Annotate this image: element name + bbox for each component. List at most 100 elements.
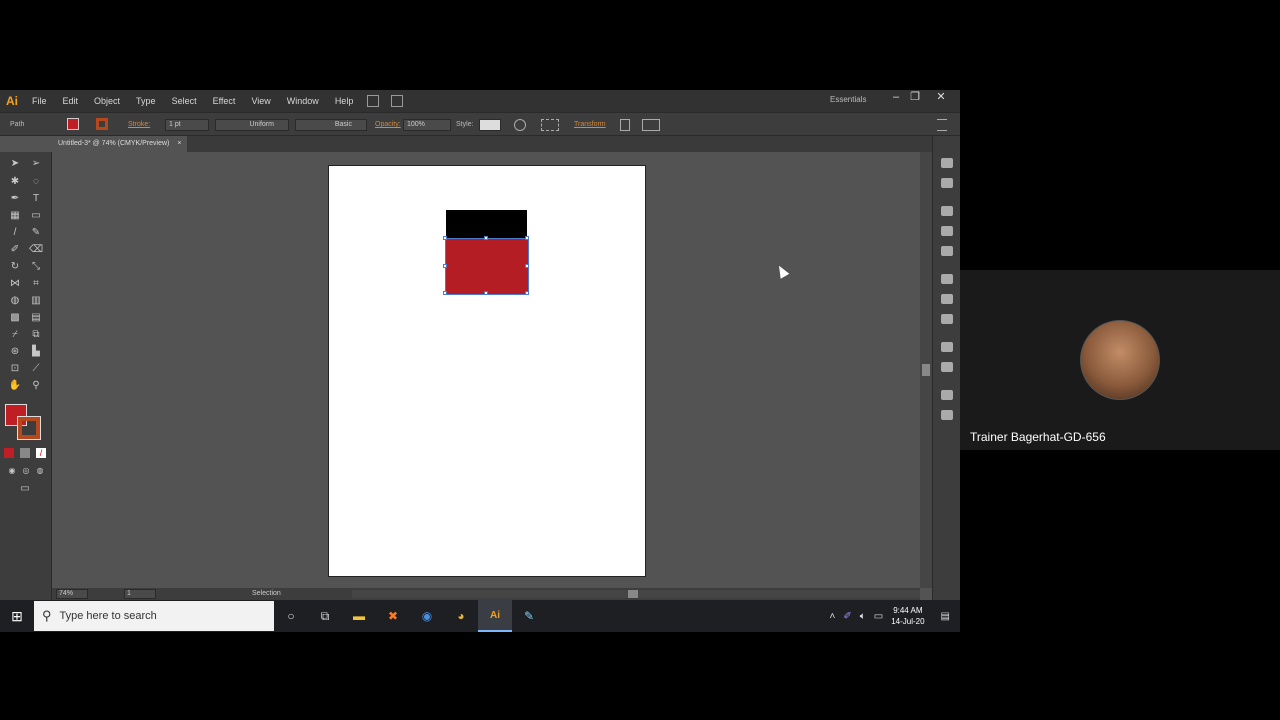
paintbrush-tool-icon[interactable]: /	[8, 227, 22, 239]
restore-button[interactable]: ❐	[905, 90, 925, 104]
magic-wand-tool-icon[interactable]: ✱	[8, 176, 22, 188]
rectangle-tool-icon[interactable]: ▭	[29, 210, 43, 222]
notepad-icon[interactable]: ✎	[512, 600, 546, 632]
hand-tool-icon[interactable]: ✋	[8, 380, 22, 392]
slice-tool-icon[interactable]: ⟋	[29, 363, 43, 375]
opacity-field[interactable]: 100%	[403, 119, 451, 131]
panel-menu-icon[interactable]	[937, 119, 947, 131]
blend-tool-icon[interactable]: ⧉	[29, 329, 43, 341]
clock[interactable]: 9:44 AM 14-Jul-20	[891, 605, 924, 627]
appearance-panel-icon[interactable]	[941, 342, 953, 352]
variable-width-profile[interactable]: Uniform	[215, 119, 289, 131]
stroke-color-swatch[interactable]	[96, 118, 108, 130]
graphic-style-picker[interactable]	[479, 119, 501, 131]
menu-edit[interactable]: Edit	[55, 90, 87, 112]
artboards-panel-icon[interactable]	[941, 410, 953, 420]
illustrator-taskbar-icon[interactable]: Ai	[478, 600, 512, 632]
blob-brush-tool-icon[interactable]: ✐	[8, 244, 22, 256]
menu-select[interactable]: Select	[164, 90, 205, 112]
pen-icon[interactable]: ✐	[843, 611, 851, 622]
selection-handle[interactable]	[484, 236, 488, 240]
symbols-panel-icon[interactable]	[941, 246, 953, 256]
gradient-panel-icon[interactable]	[941, 294, 953, 304]
canvas-area[interactable]	[53, 152, 920, 588]
perspective-grid-tool-icon[interactable]: ▥	[29, 295, 43, 307]
none-mode-icon[interactable]: /	[36, 448, 46, 458]
grid-tool-icon[interactable]: ▦	[8, 210, 22, 222]
stroke-label[interactable]: Stroke:	[128, 119, 150, 131]
screen-mode-icon[interactable]: ▭	[17, 483, 33, 495]
vertical-scroll-thumb[interactable]	[922, 364, 930, 376]
artboard-navigation-field[interactable]: 1	[124, 589, 156, 599]
opacity-label[interactable]: Opacity:	[375, 119, 401, 131]
shape-builder-tool-icon[interactable]: ◍	[8, 295, 22, 307]
zoom-tool-icon[interactable]: ⚲	[29, 380, 43, 392]
vpn-icon[interactable]: ◉	[410, 600, 444, 632]
gradient-tool-icon[interactable]: ▤	[29, 312, 43, 324]
chrome-icon[interactable]: ◕	[444, 600, 478, 632]
color-panel-icon[interactable]	[941, 158, 953, 168]
status-text[interactable]: Selection	[252, 588, 281, 600]
menu-object[interactable]: Object	[86, 90, 128, 112]
brushes-panel-icon[interactable]	[941, 226, 953, 236]
horizontal-scroll-thumb[interactable]	[628, 590, 638, 598]
selection-handle[interactable]	[443, 264, 447, 268]
swatches-panel-icon[interactable]	[941, 206, 953, 216]
align-icon[interactable]	[541, 119, 559, 131]
taskbar-search-box[interactable]: ⚲ Type here to search	[34, 601, 274, 631]
show-hidden-icons-icon[interactable]: ˄	[830, 611, 836, 622]
artboard-tool-icon[interactable]: ⊡	[8, 363, 22, 375]
pen-tool-icon[interactable]: ✒	[8, 193, 22, 205]
task-view-icon[interactable]: ⧉	[308, 600, 342, 632]
transparency-panel-icon[interactable]	[941, 314, 953, 324]
gradient-mode-icon[interactable]	[20, 448, 30, 458]
document-tab[interactable]: Untitled-3* @ 74% (CMYK/Preview) ×	[52, 136, 188, 152]
color-guide-panel-icon[interactable]	[941, 178, 953, 188]
zoom-level-field[interactable]: 74%	[56, 589, 88, 599]
selection-tool-icon[interactable]: ➤	[8, 158, 22, 170]
column-graph-tool-icon[interactable]: ▙	[29, 346, 43, 358]
brush-definition[interactable]: Basic	[295, 119, 367, 131]
mesh-tool-icon[interactable]: ▩	[8, 312, 22, 324]
selection-handle[interactable]	[443, 291, 447, 295]
isolate-object-icon[interactable]	[620, 119, 630, 131]
free-transform-tool-icon[interactable]: ⌗	[29, 278, 43, 290]
file-explorer-icon[interactable]: ▬	[342, 600, 376, 632]
layers-panel-icon[interactable]	[941, 390, 953, 400]
black-rectangle[interactable]	[446, 210, 527, 239]
stroke-swatch[interactable]	[17, 416, 41, 440]
vertical-scrollbar[interactable]	[920, 152, 932, 588]
menu-window[interactable]: Window	[279, 90, 327, 112]
close-button[interactable]: ✕	[931, 90, 951, 104]
symbol-sprayer-tool-icon[interactable]: ⊛	[8, 346, 22, 358]
selection-handle[interactable]	[484, 291, 488, 295]
selection-handle[interactable]	[525, 264, 529, 268]
close-tab-icon[interactable]: ×	[177, 136, 181, 152]
type-tool-icon[interactable]: T	[29, 193, 43, 205]
eraser-tool-icon[interactable]: ⌫	[29, 244, 43, 256]
start-button[interactable]: ⊞	[0, 600, 34, 632]
draw-normal-icon[interactable]: ◉	[5, 465, 19, 477]
selection-handle[interactable]	[525, 291, 529, 295]
recolor-artwork-icon[interactable]	[514, 119, 526, 131]
width-tool-icon[interactable]: ⋈	[8, 278, 22, 290]
artboard[interactable]	[328, 165, 646, 577]
minimize-button[interactable]: –	[886, 90, 906, 104]
volume-icon[interactable]: 🔈︎	[860, 611, 866, 622]
menu-effect[interactable]: Effect	[205, 90, 244, 112]
direct-selection-tool-icon[interactable]: ➢	[29, 158, 43, 170]
bridge-icon[interactable]	[367, 95, 380, 107]
transform-link[interactable]: Transform	[574, 119, 606, 131]
color-mode-icon[interactable]	[4, 448, 14, 458]
stroke-panel-icon[interactable]	[941, 274, 953, 284]
arrange-documents-icon[interactable]	[391, 95, 404, 107]
menu-type[interactable]: Type	[128, 90, 164, 112]
menu-help[interactable]: Help	[327, 90, 362, 112]
xampp-icon[interactable]: ✖	[376, 600, 410, 632]
document-setup-icon[interactable]	[642, 119, 660, 131]
draw-behind-icon[interactable]: ◎	[19, 465, 33, 477]
cortana-icon[interactable]: ○	[274, 600, 308, 632]
scale-tool-icon[interactable]: ⤡	[29, 261, 43, 273]
graphic-styles-panel-icon[interactable]	[941, 362, 953, 372]
red-rectangle[interactable]	[443, 236, 529, 295]
